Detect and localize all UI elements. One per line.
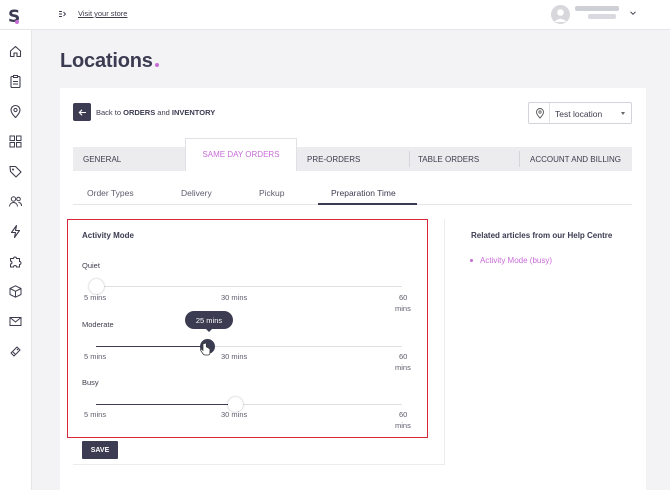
location-select[interactable]: Test location [528, 102, 632, 124]
sidebar [0, 30, 32, 490]
tab-account-and-billing[interactable]: ACCOUNT AND BILLING [530, 147, 621, 171]
select-divider [549, 103, 550, 123]
slider-label-moderate: Moderate [82, 320, 114, 329]
tick-min: 5 mins [84, 352, 107, 361]
coupon-icon[interactable] [8, 344, 23, 359]
tab-table-orders[interactable]: TABLE ORDERS [418, 147, 479, 171]
chevron-down-icon[interactable] [629, 9, 637, 17]
mail-icon[interactable] [8, 314, 23, 329]
user-name-redacted [575, 6, 619, 11]
tab-pre-orders[interactable]: PRE-ORDERS [307, 147, 360, 171]
back-and: and [155, 108, 172, 117]
tick-min: 5 mins [84, 293, 107, 302]
puzzle-icon[interactable] [8, 254, 23, 269]
help-link-activity-mode[interactable]: Activity Mode (busy) [480, 256, 552, 265]
save-button[interactable]: SAVE [82, 441, 118, 459]
slider-value-tooltip: 25 mins [185, 311, 233, 329]
tab-same-day-orders[interactable]: SAME DAY ORDERS [185, 138, 297, 171]
back-inventory: INVENTORY [171, 108, 216, 117]
tick-min: 5 mins [84, 410, 107, 419]
tick-max-unit: mins [395, 363, 411, 372]
title-accent-dot [154, 63, 159, 67]
top-bar: S Visit your store [0, 0, 670, 30]
tick-mid: 30 mins [221, 293, 248, 302]
slider-label-busy: Busy [82, 378, 99, 387]
grid-icon[interactable] [8, 134, 23, 149]
tick-max-unit: mins [395, 421, 411, 430]
slider-fill [96, 346, 208, 347]
column-divider [444, 219, 445, 464]
page-title: Locations [60, 50, 159, 73]
subtab-pickup[interactable]: Pickup [259, 188, 285, 198]
slider-busy[interactable] [96, 397, 402, 412]
tick-mid: 30 mins [221, 410, 248, 419]
page-title-text: Locations [60, 50, 153, 72]
location-pin-icon [536, 108, 544, 119]
main-tabs: GENERAL SAME DAY ORDERS PRE-ORDERS TABLE… [73, 138, 632, 171]
slider-label-quiet: Quiet [82, 261, 100, 270]
slider-thumb-quiet[interactable] [88, 279, 104, 294]
users-icon[interactable] [8, 194, 23, 209]
arrow-left-icon [78, 108, 86, 116]
settings-card: Back to ORDERS and INVENTORY Test locati… [60, 88, 646, 490]
box-icon[interactable] [8, 284, 23, 299]
home-icon[interactable] [8, 44, 23, 59]
subtab-order-types[interactable]: Order Types [87, 188, 134, 198]
hand-cursor-icon [199, 342, 211, 356]
brand-logo-dot [15, 20, 19, 24]
tick-max: 60 [399, 293, 408, 302]
activity-mode-highlight [67, 219, 428, 438]
subtab-preparation-time[interactable]: Preparation Time [331, 188, 396, 198]
tick-max: 60 [399, 352, 408, 361]
back-link-text[interactable]: Back to ORDERS and INVENTORY [96, 108, 215, 117]
avatar-person-icon [554, 9, 567, 22]
tab-divider [519, 151, 520, 167]
tick-max: 60 [399, 410, 408, 419]
back-prefix: Back to [96, 108, 124, 117]
tab-general[interactable]: GENERAL [83, 147, 121, 171]
back-orders: ORDERS [123, 108, 156, 117]
user-avatar[interactable] [551, 5, 570, 24]
lightning-icon[interactable] [8, 224, 23, 239]
form-bottom-divider [73, 464, 445, 465]
tick-max-unit: mins [395, 304, 411, 313]
user-store-redacted [588, 14, 616, 19]
caret-down-icon [621, 112, 625, 115]
help-title: Related articles from our Help Centre [471, 231, 613, 240]
menu-toggle-icon[interactable] [59, 10, 67, 18]
tick-mid: 30 mins [221, 352, 248, 361]
tab-divider [409, 151, 410, 167]
activity-mode-title: Activity Mode [82, 231, 135, 240]
slider-quiet[interactable] [88, 279, 402, 294]
slider-moderate[interactable] [96, 339, 402, 354]
back-button[interactable] [73, 103, 91, 121]
help-bullet [470, 259, 473, 262]
clipboard-icon[interactable] [8, 74, 23, 89]
slider-fill [96, 404, 236, 405]
location-select-value: Test location [555, 109, 603, 119]
tag-icon[interactable] [8, 164, 23, 179]
visit-store-link[interactable]: Visit your store [78, 9, 127, 18]
active-subtab-underline [318, 203, 417, 205]
subtab-delivery[interactable]: Delivery [181, 188, 212, 198]
location-pin-icon[interactable] [8, 104, 23, 119]
tooltip-arrow [205, 328, 213, 332]
